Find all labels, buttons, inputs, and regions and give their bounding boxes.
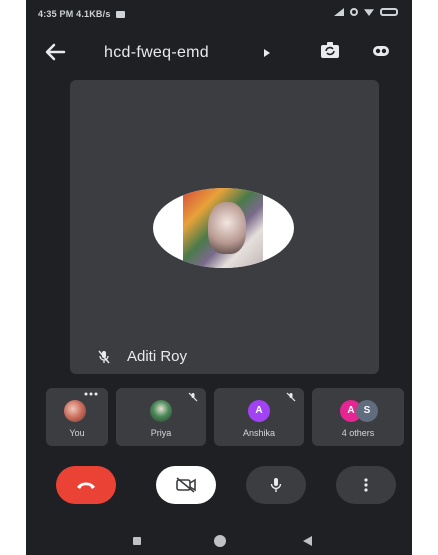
microphone-button[interactable] xyxy=(246,466,306,504)
status-time: 4:35 PM xyxy=(38,9,74,19)
top-bar: hcd-fweq-emd xyxy=(26,32,412,72)
status-bar: 4:35 PM 4.1KB/s xyxy=(26,0,412,30)
phone-hangup-icon xyxy=(77,482,95,489)
speaker-avatar xyxy=(153,188,294,268)
chevron-right-icon[interactable] xyxy=(264,49,270,57)
participant-label: Priya xyxy=(150,428,172,438)
mic-off-icon xyxy=(286,392,296,402)
more-horiz-icon[interactable] xyxy=(84,392,98,396)
camera-toggle-button[interactable] xyxy=(156,466,216,504)
more-options-button[interactable] xyxy=(336,466,396,504)
signal-icon xyxy=(334,8,344,16)
home-icon[interactable] xyxy=(214,535,226,547)
participant-tile-priya[interactable]: Priya xyxy=(116,388,206,446)
status-left: 4:35 PM 4.1KB/s xyxy=(38,9,126,19)
participant-strip: You Priya A Anshika A S 4 others xyxy=(46,388,404,446)
call-controls xyxy=(26,466,412,506)
back-triangle-icon[interactable] xyxy=(303,536,312,546)
notification-icon xyxy=(116,11,126,19)
participant-label: Anshika xyxy=(242,428,276,438)
participant-tile-you[interactable]: You xyxy=(46,388,108,446)
recents-icon[interactable] xyxy=(133,537,141,545)
more-vert-icon xyxy=(364,478,368,492)
main-speaker-tile[interactable]: Aditi Roy xyxy=(70,80,379,374)
network-speed: 4.1KB/s xyxy=(76,9,111,19)
back-arrow-icon[interactable] xyxy=(44,42,66,62)
wifi-icon xyxy=(364,9,374,16)
meeting-code[interactable]: hcd-fweq-emd xyxy=(104,44,209,62)
participant-tile-anshika[interactable]: A Anshika xyxy=(214,388,304,446)
participant-label: You xyxy=(69,428,85,438)
speaker-icon[interactable] xyxy=(370,41,392,61)
speaker-photo-face xyxy=(208,202,246,254)
alarm-icon xyxy=(350,8,358,16)
battery-icon xyxy=(380,8,398,16)
avatar: S xyxy=(356,400,378,422)
status-right xyxy=(334,8,398,16)
participant-tile-others[interactable]: A S 4 others xyxy=(312,388,404,446)
mic-off-icon xyxy=(98,350,110,364)
speaker-name: Aditi Roy xyxy=(127,348,188,365)
video-off-icon xyxy=(176,477,196,493)
end-call-button[interactable] xyxy=(56,466,116,504)
participant-label: 4 others xyxy=(341,428,375,438)
avatar xyxy=(64,400,86,422)
meet-call-screen: 4:35 PM 4.1KB/s hcd-fweq-emd Aditi Roy Y… xyxy=(26,0,412,555)
avatar: A xyxy=(248,400,270,422)
avatar xyxy=(150,400,172,422)
system-nav-bar xyxy=(26,528,412,555)
mic-off-icon xyxy=(188,392,198,402)
mic-icon xyxy=(270,478,282,492)
switch-camera-icon[interactable] xyxy=(319,41,341,61)
